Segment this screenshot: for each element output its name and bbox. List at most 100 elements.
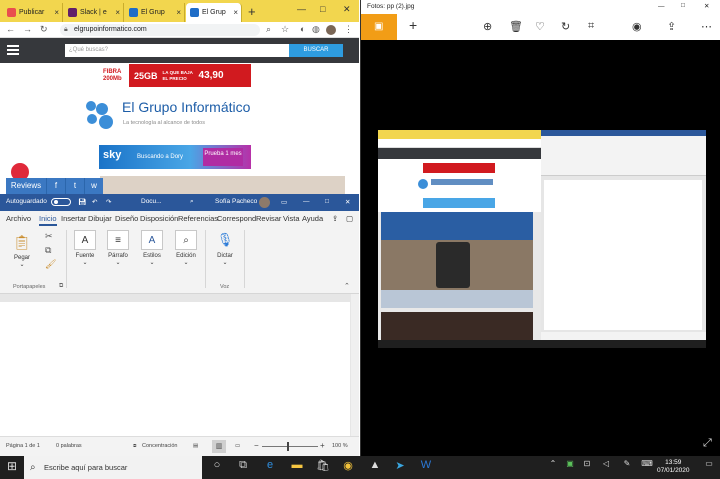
- task-view-icon[interactable]: ⧉: [234, 459, 252, 472]
- tab-dibujar[interactable]: Dibujar: [88, 214, 112, 223]
- close-window-icon[interactable]: ✕: [345, 198, 350, 206]
- url-field[interactable]: 🔒︎ elgrupoinformatico.com: [60, 24, 260, 36]
- focus-icon[interactable]: ⧈: [133, 443, 137, 450]
- edge-browser-icon[interactable]: e: [261, 459, 279, 471]
- tab-insertar[interactable]: Insertar: [61, 214, 86, 223]
- minimize-icon[interactable]: —: [658, 3, 665, 10]
- maximize-icon[interactable]: □: [681, 2, 685, 9]
- edit-create-icon[interactable]: ◉: [632, 20, 642, 33]
- close-icon[interactable]: ×: [115, 8, 120, 17]
- zoom-in-icon[interactable]: +: [320, 441, 325, 450]
- file-explorer-icon[interactable]: ▬: [288, 459, 306, 471]
- see-all-photos-button[interactable]: ▣: [361, 14, 397, 40]
- collapse-ribbon-icon[interactable]: ⌃: [344, 282, 350, 290]
- tab-archivo[interactable]: Archivo: [6, 214, 31, 223]
- word-app-icon[interactable]: W: [417, 459, 435, 471]
- chrome-tab-publicar[interactable]: Publicar ×: [3, 3, 63, 22]
- ribbon-display-icon[interactable]: ▭: [281, 198, 287, 206]
- displayed-photo[interactable]: [378, 130, 706, 348]
- zoom-slider-thumb[interactable]: [287, 442, 289, 451]
- maximize-icon[interactable]: □: [320, 4, 325, 14]
- tab-ayuda[interactable]: Ayuda: [302, 214, 323, 223]
- vertical-scrollbar[interactable]: [351, 294, 359, 436]
- photos-app-icon[interactable]: ▲: [366, 459, 384, 471]
- tab-revisar[interactable]: Revisar: [256, 214, 281, 223]
- add-plus-icon[interactable]: +: [409, 17, 417, 33]
- user-name[interactable]: Sofía Pacheco: [215, 198, 257, 205]
- delete-icon[interactable]: 🗑︎: [509, 20, 523, 33]
- minimize-icon[interactable]: —: [297, 4, 306, 14]
- user-avatar[interactable]: [259, 197, 270, 208]
- dialog-launcher-icon[interactable]: ⧉: [59, 283, 63, 290]
- favorite-heart-icon[interactable]: ♡: [535, 20, 545, 33]
- tab-correspondencia[interactable]: Correspond: [217, 214, 256, 223]
- ad-banner-top[interactable]: FIBRA 200Mb 25GB LA QUE BAJA EL PRECIO 4…: [99, 64, 251, 87]
- close-window-icon[interactable]: ✕: [343, 4, 351, 15]
- tab-vista[interactable]: Vista: [283, 214, 300, 223]
- styles-button[interactable]: A Estilos ⌄: [137, 230, 167, 266]
- hamburger-menu-icon[interactable]: [7, 45, 19, 55]
- profile-avatar[interactable]: [326, 25, 336, 35]
- maximize-icon[interactable]: □: [325, 198, 329, 205]
- whatsapp-icon[interactable]: w: [84, 178, 103, 194]
- tab-diseno[interactable]: Diseño: [115, 214, 138, 223]
- more-options-icon[interactable]: ⋯: [701, 20, 712, 33]
- extension-icon[interactable]: ◐: [300, 24, 305, 34]
- undo-icon[interactable]: ↶: [92, 198, 97, 206]
- comments-icon[interactable]: ▢: [346, 214, 353, 223]
- cortana-icon[interactable]: ○: [208, 459, 226, 471]
- tab-referencias[interactable]: Referencias: [178, 214, 218, 223]
- chrome-tab-elgrupo-1[interactable]: El Grup ×: [125, 3, 185, 22]
- menu-dots-icon[interactable]: ⋮: [344, 24, 353, 35]
- crop-icon[interactable]: ⌗: [588, 20, 594, 33]
- telegram-icon[interactable]: ➤: [391, 459, 409, 472]
- volume-icon[interactable]: ◁: [597, 459, 615, 468]
- autosave-toggle[interactable]: [51, 198, 71, 206]
- back-arrow-icon[interactable]: ←: [6, 24, 15, 34]
- zoom-out-icon[interactable]: −: [254, 441, 259, 450]
- pen-icon[interactable]: ✎: [618, 459, 636, 468]
- sky-ad-cta[interactable]: Prueba 1 mes: [203, 148, 243, 166]
- fullscreen-expand-icon[interactable]: ⤢: [703, 437, 712, 450]
- paragraph-button[interactable]: ≡ Párrafo ⌄: [103, 230, 133, 266]
- zoom-level[interactable]: 100 %: [332, 443, 348, 449]
- read-mode-icon[interactable]: ▤: [193, 443, 198, 449]
- forward-arrow-icon[interactable]: →: [23, 24, 32, 34]
- rotate-icon[interactable]: ↻: [561, 20, 570, 33]
- word-count[interactable]: 0 palabras: [56, 443, 82, 449]
- ad-banner-sky[interactable]: sky Buscando a Dory Prueba 1 mes: [99, 145, 251, 169]
- copy-icon[interactable]: ⧉: [45, 245, 51, 256]
- close-icon[interactable]: ×: [54, 8, 59, 17]
- font-button[interactable]: A Fuente ⌄: [70, 230, 100, 266]
- print-layout-icon[interactable]: ▥: [212, 440, 226, 453]
- tab-disposicion[interactable]: Disposición: [140, 214, 178, 223]
- page-count[interactable]: Página 1 de 1: [6, 443, 40, 449]
- chrome-tab-slack[interactable]: Slack | e ×: [64, 3, 124, 22]
- reviews-tab[interactable]: Reviews: [6, 178, 46, 194]
- format-painter-icon[interactable]: 🖌︎: [45, 259, 56, 270]
- extension-icon[interactable]: ◍: [312, 24, 320, 35]
- chevron-up-icon[interactable]: ⌃: [544, 459, 562, 468]
- new-tab-plus-icon[interactable]: +: [248, 4, 256, 19]
- site-search-input[interactable]: ¿Qué buscas?: [65, 44, 289, 57]
- taskbar-search-box[interactable]: ⌕ Escribe aquí para buscar: [24, 456, 202, 479]
- facebook-icon[interactable]: f: [46, 178, 65, 194]
- share-icon[interactable]: ⇪: [667, 20, 676, 33]
- dictate-button[interactable]: 🎙︎ Dictar ⌄: [210, 230, 240, 266]
- chrome-tab-elgrupo-active[interactable]: El Grup ×: [186, 3, 242, 22]
- notifications-icon[interactable]: ▭: [700, 459, 718, 468]
- document-page[interactable]: [0, 302, 350, 436]
- search-icon[interactable]: ⌕: [190, 198, 194, 206]
- close-icon[interactable]: ×: [176, 8, 181, 17]
- network-icon[interactable]: ⊡: [578, 459, 596, 468]
- web-layout-icon[interactable]: ▭: [235, 443, 240, 449]
- reload-icon[interactable]: ↻: [40, 24, 48, 35]
- windows-start-icon[interactable]: ⊞: [3, 459, 21, 473]
- close-window-icon[interactable]: ✕: [704, 2, 709, 10]
- minimize-icon[interactable]: —: [303, 198, 310, 205]
- paste-button[interactable]: 📋︎ Pegar ⌄: [8, 232, 36, 269]
- article-image-strip[interactable]: [100, 176, 345, 194]
- keyboard-icon[interactable]: ⌨: [638, 459, 656, 468]
- share-icon[interactable]: ⇪: [332, 214, 338, 223]
- zoom-icon[interactable]: ⌕: [266, 24, 271, 35]
